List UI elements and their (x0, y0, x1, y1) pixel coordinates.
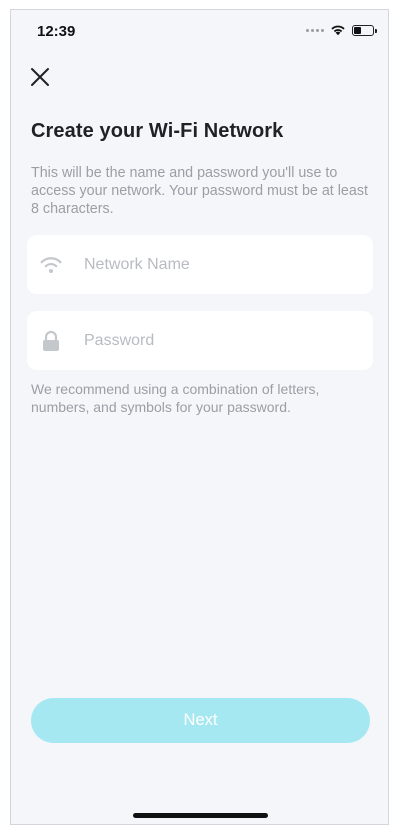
status-bar: 12:39 (11, 10, 388, 52)
cellular-signal-icon (306, 28, 324, 32)
wifi-status-icon (331, 25, 345, 36)
network-name-field[interactable] (27, 235, 373, 294)
network-name-input[interactable] (84, 255, 344, 274)
password-input[interactable] (84, 331, 344, 350)
password-hint: We recommend using a combination of lett… (31, 381, 320, 415)
battery-icon (352, 24, 377, 36)
password-field[interactable] (27, 311, 373, 370)
page-title: Create your Wi-Fi Network (31, 120, 284, 142)
lock-icon (39, 329, 63, 353)
page-description: This will be the name and password you'l… (31, 165, 368, 217)
next-button[interactable]: Next (31, 698, 370, 743)
close-icon (31, 68, 49, 86)
wifi-icon (39, 253, 63, 277)
battery-fill (354, 26, 362, 34)
phone-screen: 12:39 Create your Wi-Fi Network This wil… (10, 9, 389, 825)
home-indicator[interactable] (133, 813, 268, 818)
status-time: 12:39 (37, 23, 76, 40)
close-button[interactable] (27, 64, 53, 90)
status-icons (306, 24, 377, 36)
